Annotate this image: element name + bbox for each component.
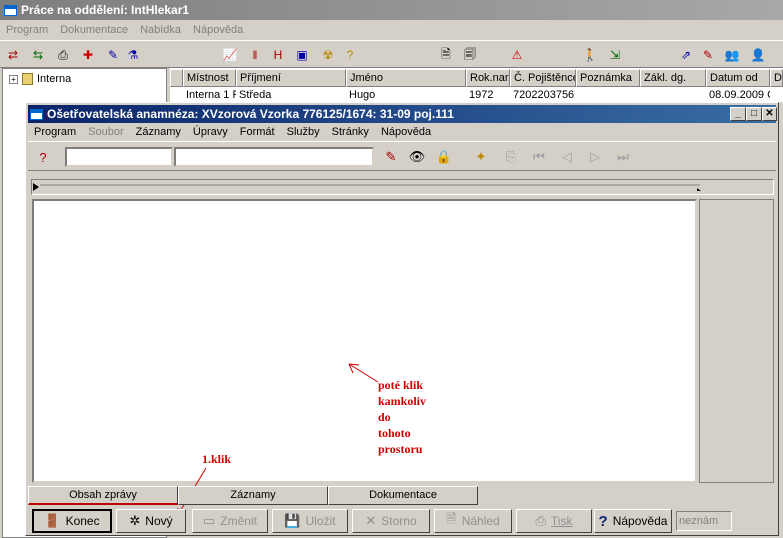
status-field: neznám bbox=[676, 511, 732, 531]
ulozit-button: 💾 Uložit bbox=[272, 509, 348, 533]
outer-window-title: Práce na oddělení: IntHlekar1 bbox=[21, 3, 190, 17]
grid-corner bbox=[170, 69, 183, 87]
bottom-tabs: Obsah zprávy Záznamy Dokumentace bbox=[28, 486, 776, 506]
user-icon[interactable]: 👤 bbox=[748, 45, 768, 65]
column-header[interactable]: Datum od bbox=[706, 69, 770, 87]
napoveda-button[interactable]: ? Nápověda bbox=[594, 509, 672, 533]
door-icon bbox=[22, 73, 33, 85]
novy-label: Nový bbox=[145, 514, 173, 528]
outer-menubar: Program Dokumentace Nabídka Nápověda bbox=[0, 20, 783, 40]
nahled-button: 🗎 Náhled bbox=[434, 509, 512, 533]
tab-obsah-zpravy[interactable]: Obsah zprávy bbox=[28, 486, 178, 505]
question-icon: ? bbox=[598, 512, 608, 530]
edit-icon[interactable]: ✎ bbox=[103, 45, 123, 65]
napoveda-label: Nápověda bbox=[612, 514, 668, 528]
table-cell[interactable]: Středa bbox=[236, 88, 346, 102]
column-header[interactable]: Rok.nar. bbox=[466, 69, 510, 87]
outer-menu-nabidka[interactable]: Nabídka bbox=[134, 24, 187, 36]
ulozit-label: Uložit bbox=[305, 514, 336, 528]
zmenit-label: Změnit bbox=[220, 514, 257, 528]
transfer-patient-icon[interactable]: ⇆ bbox=[28, 45, 48, 65]
app-window-icon bbox=[4, 4, 17, 16]
preview-icon: 🗎 bbox=[446, 511, 457, 526]
tab-zaznamy[interactable]: Záznamy bbox=[178, 486, 328, 505]
konec-label: Konec bbox=[65, 514, 100, 528]
first-click-annotation: 1.klik bbox=[202, 452, 232, 466]
expand-plus-icon[interactable]: + bbox=[9, 74, 18, 84]
storno-button: ✕ Storno bbox=[352, 509, 430, 533]
column-header[interactable]: D bbox=[770, 69, 783, 87]
documents-icon[interactable]: 🗐 bbox=[460, 45, 480, 65]
tisk-button: ⎙ Tisk bbox=[516, 509, 592, 533]
column-header[interactable]: Poznámka bbox=[576, 69, 640, 87]
column-header[interactable]: Č. Pojištěnce bbox=[510, 69, 576, 87]
transfer-doc-icon[interactable]: ⇗ bbox=[676, 45, 696, 65]
konec-button[interactable]: 🚪 Konec bbox=[32, 509, 112, 533]
outer-menu-napoveda[interactable]: Nápověda bbox=[187, 24, 249, 36]
change-icon: ▭ bbox=[203, 513, 216, 528]
patient-grid[interactable]: Místnost Příjmení Jméno Rok.nar. Č. Poji… bbox=[170, 68, 783, 102]
printer-icon: ⎙ bbox=[535, 513, 546, 528]
chart-icon[interactable]: 📈 bbox=[220, 45, 240, 65]
save-icon: 💾 bbox=[284, 513, 301, 528]
door-exit-icon: 🚪 bbox=[44, 513, 61, 528]
document-icon[interactable]: 🗎 bbox=[436, 45, 456, 65]
tree-node-interna[interactable]: + Interna bbox=[9, 73, 71, 85]
lab-flask-icon[interactable]: ⚗ bbox=[123, 45, 143, 65]
column-header[interactable]: Zákl. dg. bbox=[640, 69, 706, 87]
outer-toolbar: ⇄ ⇆ ⎙ ✚ ✎ ⚗ 📈 ‖ H ▣ ☢ ? 🗎 🗐 ⚠ 🚶 ⇲ ⇗ ✎ 👥 … bbox=[0, 40, 783, 68]
new-sparkle-icon: ✲ bbox=[129, 513, 141, 528]
people-icon[interactable]: 👥 bbox=[722, 45, 742, 65]
table-cell[interactable]: Interna 1 F bbox=[183, 88, 236, 102]
print-icon[interactable]: ⎙ bbox=[53, 45, 73, 65]
patient-alert-icon[interactable]: ⚠ bbox=[507, 45, 527, 65]
column-header[interactable]: Místnost bbox=[183, 69, 236, 87]
column-header[interactable]: Příjmení bbox=[236, 69, 346, 87]
tisk-label: Tisk bbox=[550, 514, 573, 528]
outer-menu-program[interactable]: Program bbox=[0, 24, 54, 36]
nahled-label: Náhled bbox=[461, 514, 500, 528]
novy-button[interactable]: ✲ Nový bbox=[116, 509, 186, 533]
action-buttons: 🚪 Konec ✲ Nový ▭ Změnit 💾 Uložit ✕ Storn… bbox=[28, 508, 776, 534]
tubes-h-icon[interactable]: H bbox=[268, 45, 288, 65]
outer-menu-dokumentace[interactable]: Dokumentace bbox=[54, 24, 134, 36]
tubes-icon[interactable]: ‖ bbox=[245, 45, 265, 65]
table-cell[interactable]: Hugo bbox=[346, 88, 466, 102]
anamnesis-window: Ošetřovatelská anamnéza: XVzorová Vzorka… bbox=[25, 102, 779, 536]
medical-icon[interactable]: ✚ bbox=[78, 45, 98, 65]
then-click-annotation: poté klik kamkoliv do tohoto prostoru bbox=[378, 378, 427, 456]
walking-person-icon[interactable]: 🚶 bbox=[580, 45, 600, 65]
table-cell[interactable]: 1972 bbox=[466, 88, 510, 102]
annotation-arrows bbox=[175, 363, 379, 519]
tree-node-label: Interna bbox=[37, 73, 72, 85]
radiation-icon[interactable]: ☢ bbox=[318, 45, 338, 65]
column-header[interactable]: Jméno bbox=[346, 69, 466, 87]
syringe-icon[interactable]: ✎ bbox=[698, 45, 718, 65]
outer-window-titlebar[interactable]: Práce na oddělení: IntHlekar1 bbox=[0, 0, 783, 20]
zmenit-button: ▭ Změnit bbox=[192, 509, 268, 533]
tab-dokumentace[interactable]: Dokumentace bbox=[328, 486, 478, 505]
exit-icon[interactable]: ⇲ bbox=[605, 45, 625, 65]
add-patient-icon[interactable]: ⇄ bbox=[3, 45, 23, 65]
cancel-x-icon: ✕ bbox=[365, 513, 377, 528]
table-cell[interactable]: 7202203756 bbox=[510, 88, 576, 102]
frame-icon[interactable]: ▣ bbox=[292, 45, 312, 65]
table-cell[interactable]: 08.09.2009 C bbox=[706, 88, 770, 102]
help-icon[interactable]: ? bbox=[340, 45, 360, 65]
storno-label: Storno bbox=[381, 514, 417, 528]
